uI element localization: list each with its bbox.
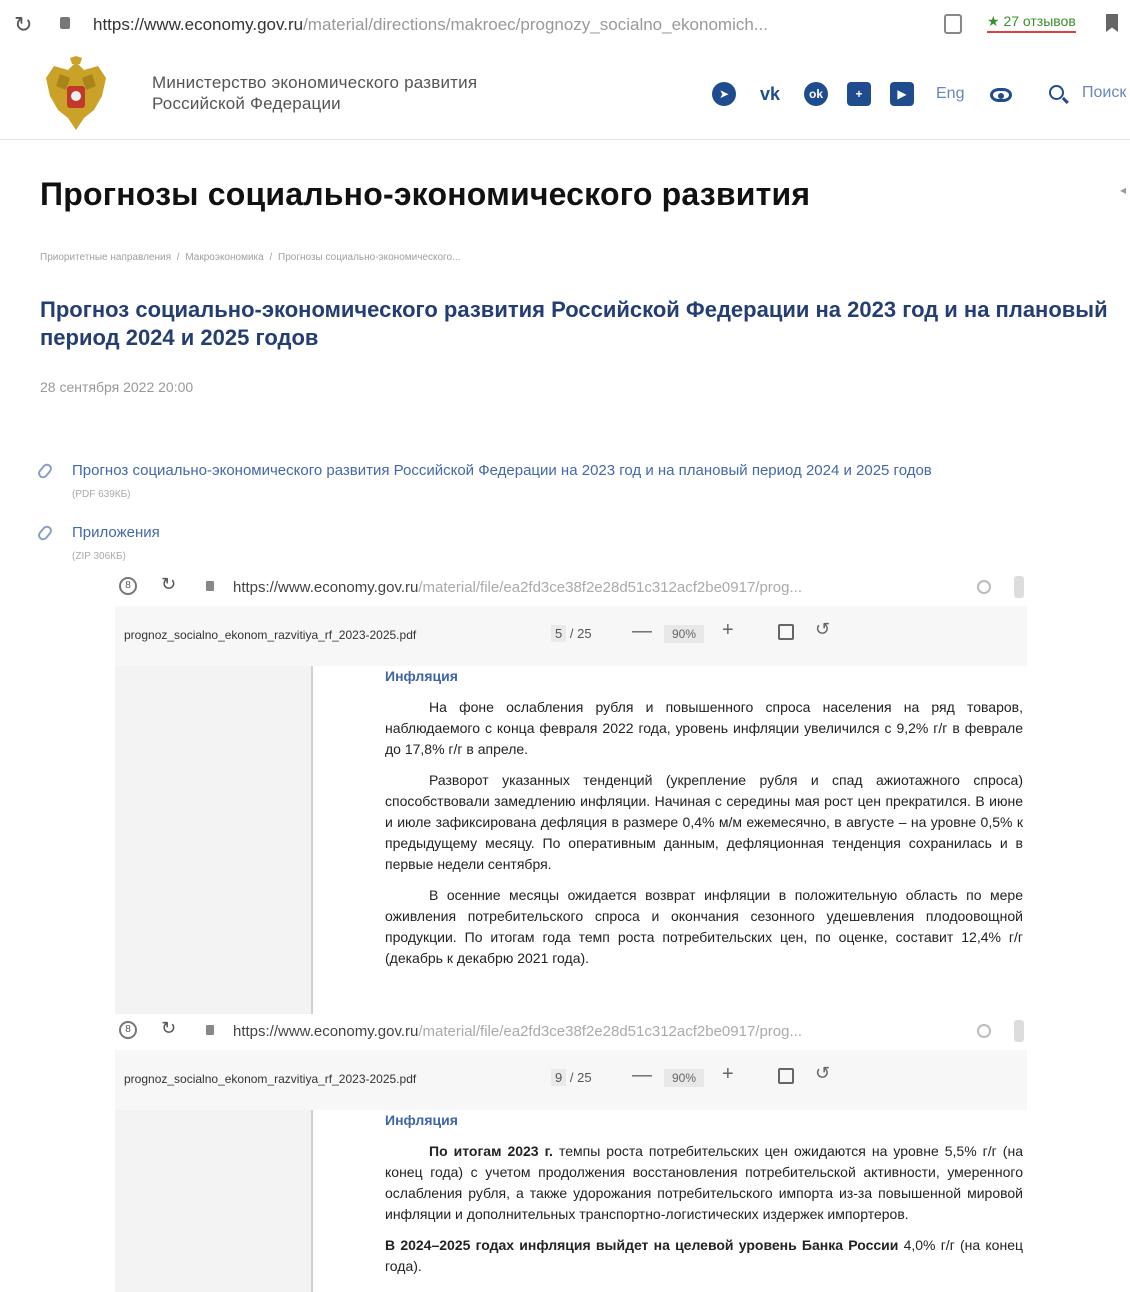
ministry-name[interactable]: Министерство экономического развития Рос… — [152, 72, 477, 114]
page-input[interactable]: 9 — [551, 1069, 567, 1086]
lock-icon — [206, 581, 214, 591]
youtube-icon[interactable]: ▶ — [890, 82, 914, 106]
page-total: / 25 — [569, 1070, 592, 1085]
pdf-url[interactable]: https://www.economy.gov.ru/material/file… — [233, 1023, 802, 1040]
key-icon[interactable] — [977, 1024, 991, 1038]
language-switch[interactable]: Eng — [936, 85, 964, 103]
attachment-link[interactable]: Приложения — [72, 524, 160, 541]
page-input[interactable]: 5 — [551, 625, 567, 642]
section-heading: Инфляция — [385, 668, 458, 684]
breadcrumb-item[interactable]: Приоритетные направления — [40, 252, 171, 263]
pdf-viewer-2: 8 ↻ https://www.economy.gov.ru/material/… — [115, 1016, 1027, 1292]
reviews-badge[interactable]: ★ 27 отзывов — [987, 13, 1076, 33]
url-host: https://www.economy.gov.ru — [93, 15, 304, 34]
attachment-meta: (PDF 639КБ) — [72, 489, 131, 500]
pdf-toolbar: prognoz_socialno_ekonom_razvitiya_rf_202… — [115, 606, 1027, 666]
page-total: / 25 — [569, 626, 592, 641]
reload-icon[interactable]: ↻ — [161, 574, 176, 595]
paperclip-icon — [36, 461, 54, 481]
search-icon[interactable] — [1049, 85, 1064, 100]
lock-icon — [60, 17, 70, 29]
odnoklassniki-icon[interactable]: ok — [804, 82, 828, 106]
attachment-link[interactable]: Прогноз социально-экономического развити… — [72, 462, 932, 479]
zoom-out-button[interactable]: — — [632, 1064, 652, 1087]
menu-icon[interactable] — [1014, 576, 1024, 598]
pdf-toolbar: prognoz_socialno_ekonom_razvitiya_rf_202… — [115, 1050, 1027, 1110]
breadcrumb-separator: / — [176, 252, 180, 263]
address-url[interactable]: https://www.economy.gov.ru/material/dire… — [93, 15, 768, 35]
url-host: https://www.economy.gov.ru — [233, 579, 419, 596]
pdf-filename: prognoz_socialno_ekonom_razvitiya_rf_202… — [124, 1072, 417, 1086]
url-path: /material/file/ea2fd3ce38f2e28d51c312acf… — [418, 579, 802, 596]
pdf-sidebar — [115, 666, 313, 1014]
pdf-address-bar: 8 ↻ https://www.economy.gov.ru/material/… — [115, 1016, 1027, 1050]
shield-icon[interactable]: 8 — [119, 1021, 137, 1039]
zoom-level[interactable]: 90% — [664, 625, 705, 643]
reload-icon[interactable]: ↻ — [14, 12, 32, 38]
paragraph: В осенние месяцы ожидается возврат инфля… — [385, 887, 1023, 966]
lock-icon — [206, 1025, 214, 1035]
paperclip-icon — [36, 523, 54, 543]
zoom-level[interactable]: 90% — [664, 1069, 705, 1087]
pdf-page: Инфляция На фоне ослабления рубля и повы… — [115, 666, 1027, 1014]
rotate-icon[interactable]: ↺ — [815, 619, 830, 640]
url-host: https://www.economy.gov.ru — [233, 1023, 419, 1040]
bookmark-icon[interactable] — [1106, 14, 1118, 32]
page-counter: 9 / 25 — [551, 1069, 592, 1086]
pdf-url[interactable]: https://www.economy.gov.ru/material/file… — [233, 579, 802, 596]
breadcrumb-item: Прогнозы социально-экономического... — [278, 252, 461, 263]
browser-address-bar: ↻ https://www.economy.gov.ru/material/di… — [0, 0, 1130, 50]
site-header: Министерство экономического развития Рос… — [0, 50, 1130, 140]
ministry-line-1: Министерство экономического развития — [152, 73, 478, 92]
pdf-viewer-1: 8 ↻ https://www.economy.gov.ru/material/… — [115, 572, 1027, 1014]
extension-icon[interactable] — [944, 14, 962, 34]
pdf-text: Инфляция По итогам 2023 г. темпы роста п… — [385, 1110, 1023, 1287]
pdf-page: Инфляция По итогам 2023 г. темпы роста п… — [115, 1110, 1027, 1292]
breadcrumb-separator: / — [269, 252, 273, 263]
pdf-sidebar — [115, 1110, 313, 1292]
ministry-line-2: Российской Федерации — [152, 94, 341, 113]
page-title: Прогнозы социально-экономического развит… — [40, 176, 811, 212]
zoom-out-button[interactable]: — — [632, 620, 652, 643]
url-path: /material/directions/makroec/prognozy_so… — [303, 15, 768, 34]
accessibility-eye-icon[interactable] — [990, 88, 1012, 102]
pdf-address-bar: 8 ↻ https://www.economy.gov.ru/material/… — [115, 572, 1027, 606]
plus-icon[interactable]: + — [847, 82, 871, 106]
zoom-in-button[interactable]: + — [722, 619, 734, 642]
bold-lead: В 2024–2025 годах инфляция выйдет на цел… — [385, 1237, 899, 1253]
telegram-icon[interactable]: ➤ — [712, 82, 736, 106]
fit-page-icon[interactable] — [778, 1068, 794, 1084]
bold-lead: По итогам 2023 г. — [429, 1143, 553, 1159]
publish-date: 28 сентября 2022 20:00 — [40, 379, 194, 395]
shield-icon[interactable]: 8 — [119, 577, 137, 595]
page-counter: 5 / 25 — [551, 625, 592, 642]
reload-icon[interactable]: ↻ — [161, 1018, 176, 1039]
social-links: ➤ vk ok + ▶ — [712, 82, 933, 106]
vk-icon[interactable]: vk — [755, 82, 785, 106]
side-scroll-marker: ◂ — [1120, 183, 1127, 197]
menu-icon[interactable] — [1014, 1020, 1024, 1042]
key-icon[interactable] — [977, 580, 991, 594]
pdf-filename: prognoz_socialno_ekonom_razvitiya_rf_202… — [124, 628, 417, 642]
breadcrumb: Приоритетные направления / Макроэкономик… — [40, 252, 463, 263]
url-path: /material/file/ea2fd3ce38f2e28d51c312acf… — [418, 1023, 802, 1040]
paragraph: На фоне ослабления рубля и повышенного с… — [385, 699, 1023, 757]
coat-of-arms-icon[interactable] — [40, 56, 112, 134]
fit-page-icon[interactable] — [778, 624, 794, 640]
breadcrumb-item[interactable]: Макроэкономика — [185, 252, 263, 263]
paragraph: В 2024–2025 годах инфляция выйдет на цел… — [385, 1235, 1023, 1277]
zoom-in-button[interactable]: + — [722, 1063, 734, 1086]
paragraph: По итогам 2023 г. темпы роста потребител… — [385, 1141, 1023, 1225]
section-heading: Инфляция — [385, 1112, 458, 1128]
attachment-meta: (ZIP 306КБ) — [72, 551, 126, 562]
rotate-icon[interactable]: ↺ — [815, 1063, 830, 1084]
document-title: Прогноз социально-экономического развити… — [40, 297, 1108, 350]
paragraph: Разворот указанных тенденций (укрепление… — [385, 772, 1023, 872]
pdf-text: Инфляция На фоне ослабления рубля и повы… — [385, 666, 1023, 979]
search-label[interactable]: Поиск — [1082, 84, 1126, 102]
